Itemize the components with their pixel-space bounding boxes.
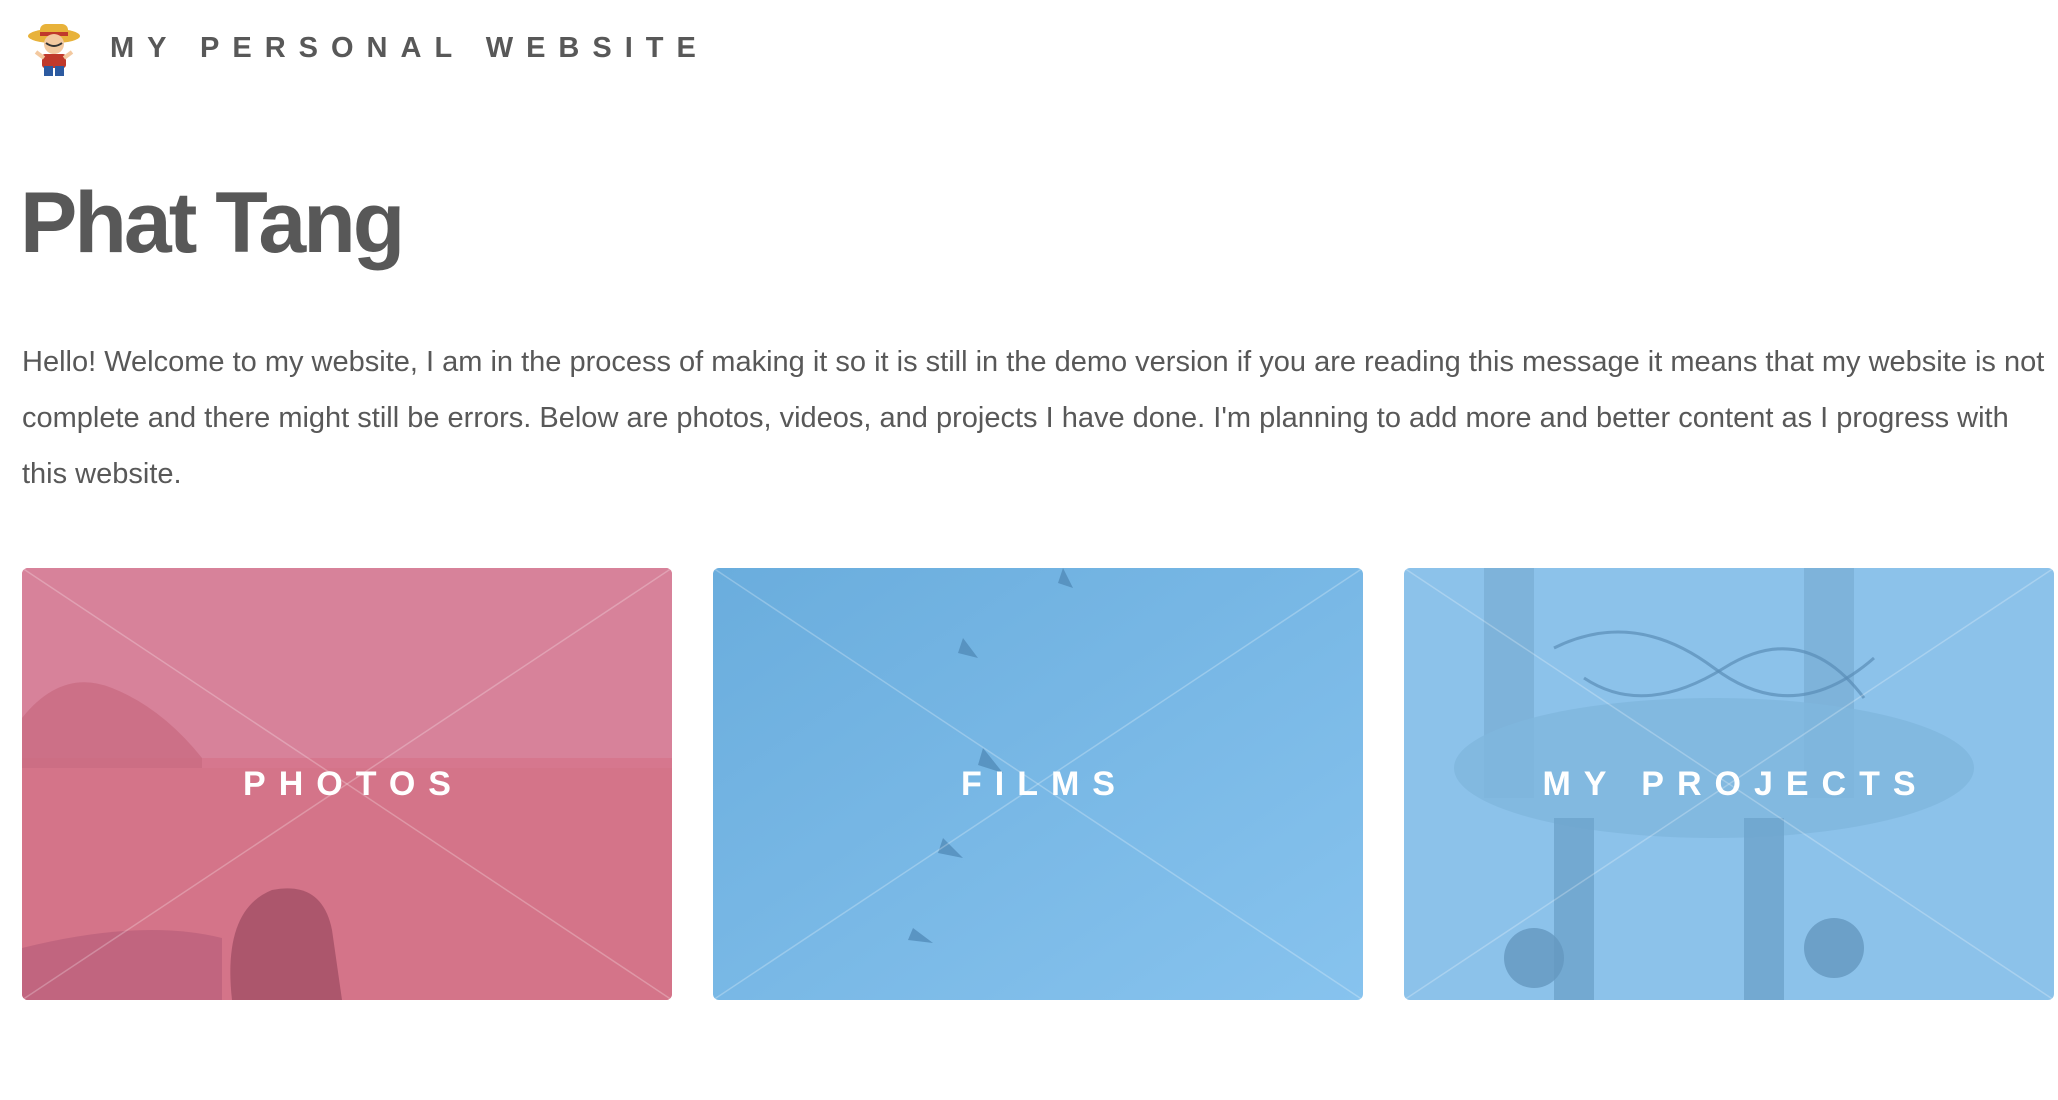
photos-tile-label: PHOTOS [243,764,464,803]
pirate-avatar-icon[interactable] [22,16,86,80]
my-projects-tile-label: MY PROJECTS [1542,764,1929,803]
tile-grid: PHOTOS FILMS MY PROJECTS [22,568,2054,1000]
photos-tile[interactable]: PHOTOS [22,568,672,1000]
films-tile-label: FILMS [961,764,1128,803]
my-projects-tile[interactable]: MY PROJECTS [1404,568,2054,1000]
films-tile[interactable]: FILMS [713,568,1363,1000]
page-title: Phat Tang [20,175,405,271]
site-header: MY PERSONAL WEBSITE [22,14,709,82]
intro-paragraph: Hello! Welcome to my website, I am in th… [22,346,2045,490]
site-name[interactable]: MY PERSONAL WEBSITE [110,32,709,65]
